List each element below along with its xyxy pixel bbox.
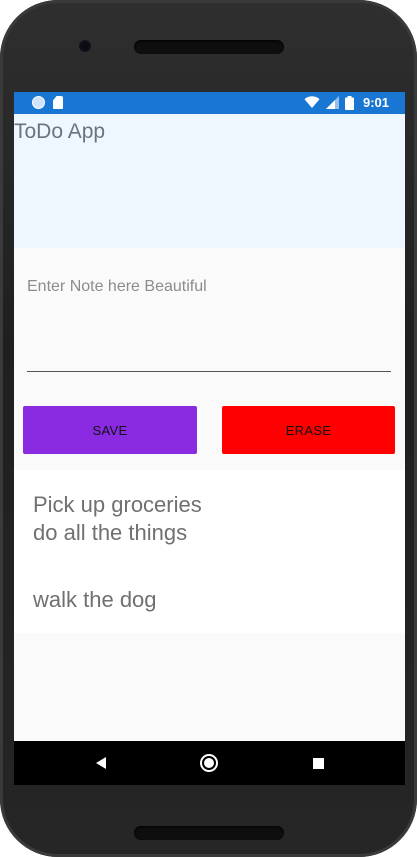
save-button[interactable]: SAVE [23, 406, 197, 454]
home-icon [200, 754, 218, 772]
back-button[interactable] [71, 741, 131, 785]
note-input[interactable] [27, 262, 391, 372]
signal-icon [325, 96, 339, 109]
sync-circle-icon [32, 96, 45, 109]
home-button[interactable] [179, 741, 239, 785]
list-item-note-2[interactable]: walk the dog [33, 586, 157, 614]
navigation-bar [14, 741, 405, 785]
status-time: 9:01 [362, 95, 389, 110]
notes-list: Pick up groceries do all the things walk… [14, 470, 405, 633]
phone-frame: 9:01 ToDo App SAVE ERASE Pick up groceri… [0, 0, 417, 857]
wifi-icon [304, 96, 320, 109]
app-header: ToDo App [14, 114, 405, 248]
note-input-area [27, 262, 391, 374]
recents-icon [312, 757, 324, 769]
battery-icon [344, 95, 354, 110]
earpiece-speaker [134, 40, 284, 54]
front-camera [79, 40, 91, 52]
device-screen: 9:01 ToDo App SAVE ERASE Pick up groceri… [14, 92, 405, 785]
bottom-speaker [134, 826, 284, 840]
app-title: ToDo App [14, 120, 106, 143]
list-item-note-1[interactable]: Pick up groceries do all the things [33, 491, 202, 547]
sd-card-icon [53, 96, 63, 109]
status-bar: 9:01 [14, 92, 405, 114]
erase-button[interactable]: ERASE [222, 406, 395, 454]
recents-button[interactable] [288, 741, 348, 785]
back-icon [96, 757, 106, 769]
